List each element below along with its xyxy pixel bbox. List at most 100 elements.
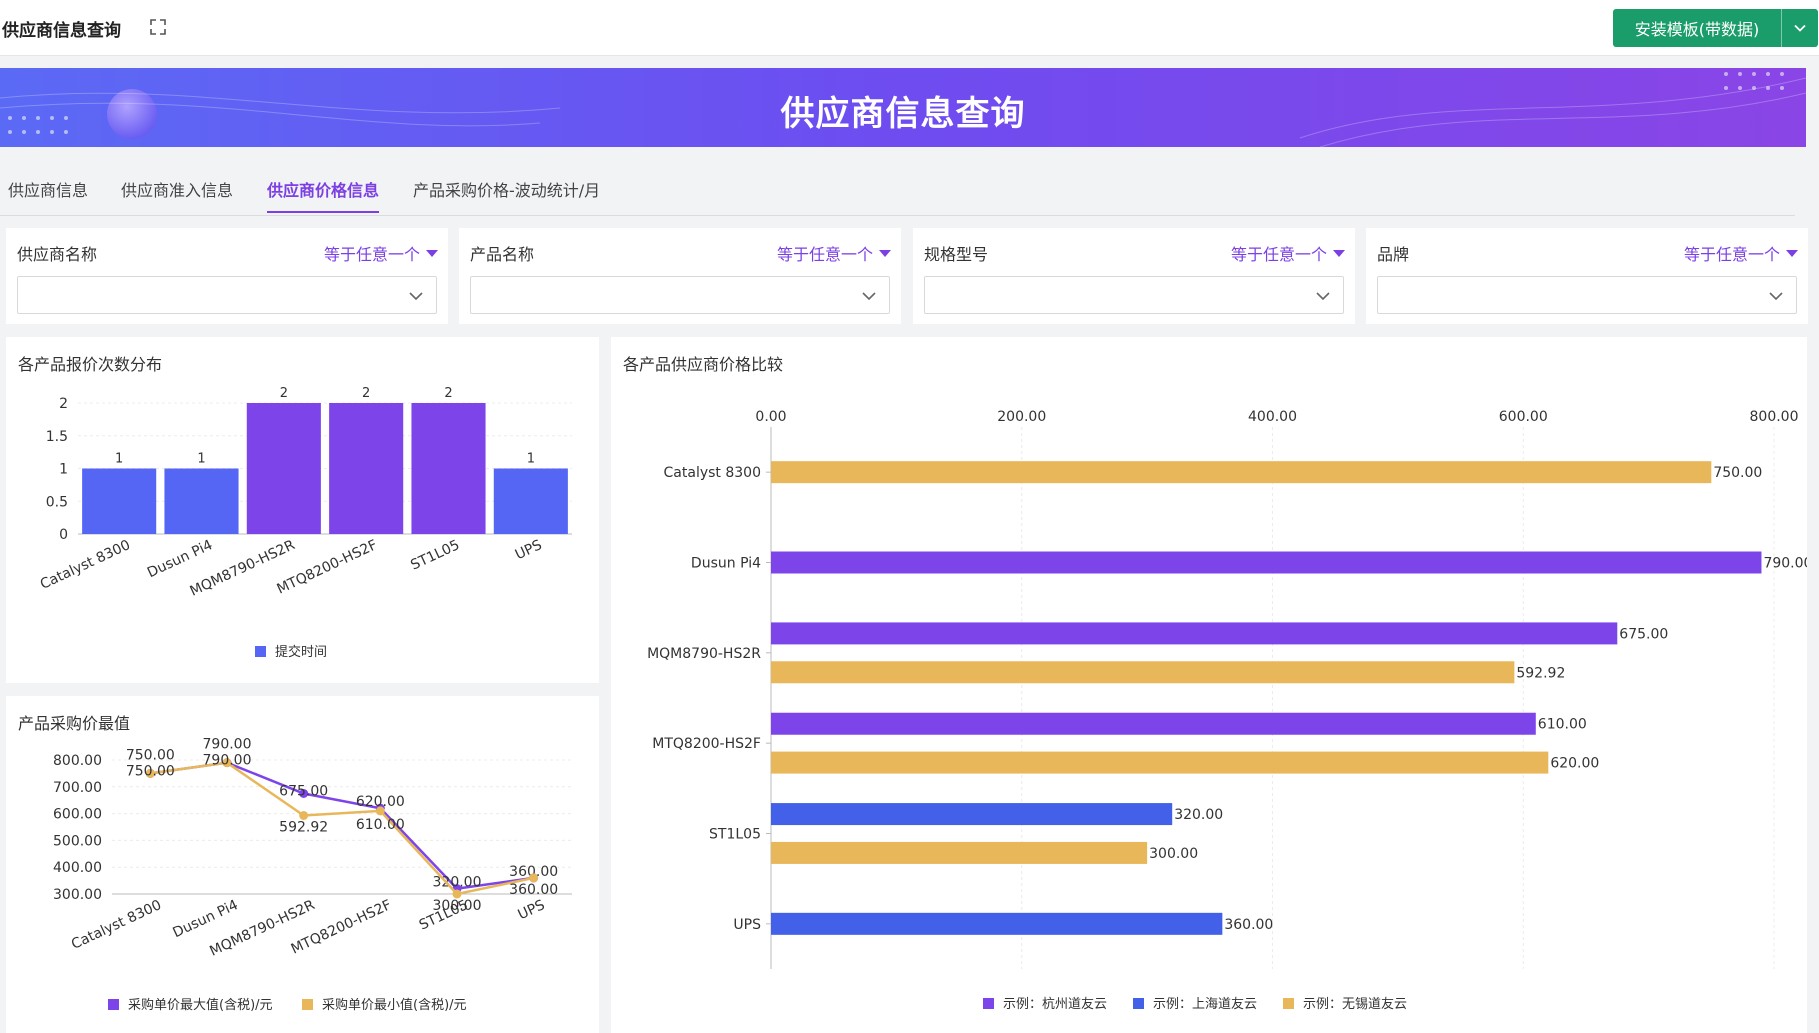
bar — [771, 712, 1536, 735]
filter-operator[interactable]: 等于任意一个 — [777, 241, 891, 265]
data-label: 300.00 — [433, 898, 482, 914]
y-tick-label: UPS — [733, 917, 761, 933]
expand-icon[interactable] — [148, 17, 168, 37]
legend-swatch — [302, 999, 313, 1010]
y-tick-label: 1 — [59, 462, 68, 478]
data-label: 592.92 — [1516, 665, 1565, 681]
data-point — [375, 806, 385, 816]
bar — [246, 403, 321, 534]
filter-operator-text[interactable]: 等于任意一个 — [777, 241, 873, 265]
tab-bar: 供应商信息 供应商准入信息 供应商价格信息 产品采购价格-波动统计/月 — [0, 170, 1795, 216]
install-template-label[interactable]: 安装模板(带数据) — [1613, 16, 1781, 40]
y-tick-label: 800.00 — [53, 753, 102, 769]
chevron-down-icon — [1794, 24, 1806, 32]
y-tick-label: 600.00 — [53, 807, 102, 823]
data-label: 1 — [527, 452, 535, 467]
legend-label: 采购单价最小值(含税)/元 — [322, 997, 467, 1013]
y-tick-label: ST1L05 — [709, 827, 761, 843]
bar — [771, 841, 1148, 864]
install-dropdown-toggle[interactable] — [1782, 9, 1818, 47]
x-tick-label: 0.00 — [755, 409, 786, 425]
banner-title: 供应商信息查询 — [780, 94, 1026, 134]
filter-select[interactable] — [17, 276, 437, 314]
y-tick-label: 700.00 — [53, 780, 102, 796]
bar — [771, 551, 1762, 574]
legend-swatch — [108, 999, 119, 1010]
y-tick-label: Dusun Pi4 — [691, 556, 761, 572]
legend-label: 示例：杭州道友云 — [1003, 996, 1107, 1012]
y-tick-label: 300.00 — [53, 887, 102, 903]
filter-label: 供应商名称 — [17, 245, 98, 264]
legend-swatch — [1283, 998, 1294, 1009]
x-tick-label: UPS — [516, 897, 548, 923]
tab-supplier-info[interactable]: 供应商信息 — [8, 177, 88, 211]
legend-label: 采购单价最大值(含税)/元 — [128, 997, 273, 1013]
bar — [164, 468, 239, 534]
filter-select[interactable] — [924, 276, 1344, 314]
legend-swatch — [983, 998, 994, 1009]
filter-operator-text[interactable]: 等于任意一个 — [324, 241, 420, 265]
data-label: 750.00 — [126, 763, 175, 779]
chevron-down-icon — [862, 292, 876, 301]
y-tick-label: 1.5 — [46, 429, 68, 445]
y-tick-label: MTQ8200-HS2F — [652, 736, 761, 752]
filter-select[interactable] — [1377, 276, 1797, 314]
supplier-price-compare-panel: 各产品供应商价格比较 0.00 200.00 400.00 600.00 800.00 C… — [611, 337, 1807, 1033]
filter-supplier-name: 供应商名称 等于任意一个 — [6, 228, 448, 324]
x-tick-label: UPS — [513, 537, 545, 563]
tab-price-fluctuation[interactable]: 产品采购价格-波动统计/月 — [413, 177, 600, 211]
filter-select[interactable] — [470, 276, 890, 314]
series-line — [150, 761, 534, 890]
data-label: 790.00 — [1763, 556, 1807, 572]
install-template-button[interactable]: 安装模板(带数据) — [1613, 9, 1818, 47]
filter-product-name: 产品名称 等于任意一个 — [459, 228, 901, 324]
data-label: 1 — [197, 452, 205, 467]
legend-swatch — [1133, 998, 1144, 1009]
data-label: 2 — [362, 386, 370, 401]
bar — [82, 468, 157, 534]
price-extreme-line-chart: 300.00 400.00 500.00 600.00 700.00 800.00 Cata… — [53, 737, 572, 1013]
y-tick-label: MQM8790-HS2R — [647, 646, 761, 662]
filter-brand: 品牌 等于任意一个 — [1366, 228, 1808, 324]
bar — [771, 461, 1712, 484]
filter-operator[interactable]: 等于任意一个 — [324, 241, 438, 265]
bar — [411, 403, 486, 534]
bar — [493, 468, 568, 534]
filter-operator-text[interactable]: 等于任意一个 — [1231, 241, 1327, 265]
top-bar: 供应商信息查询 安装模板(带数据) — [0, 0, 1819, 56]
data-label: 2 — [280, 386, 288, 401]
y-tick-label: 0.5 — [46, 494, 68, 510]
bar — [771, 751, 1549, 774]
x-tick-label: 600.00 — [1499, 409, 1548, 425]
legend-label: 示例：上海道友云 — [1153, 996, 1257, 1012]
bar — [771, 622, 1618, 645]
legend-swatch — [255, 646, 266, 657]
data-label: 2 — [444, 386, 452, 401]
x-tick-label: Catalyst 8300 — [69, 897, 164, 953]
filter-operator[interactable]: 等于任意一个 — [1684, 241, 1798, 265]
x-tick-label: 400.00 — [1248, 409, 1297, 425]
quote-count-bar-chart: 00.511.521Catalyst 83001Dusun Pi42MQM879… — [38, 386, 572, 660]
bar — [329, 403, 404, 534]
data-label: 610.00 — [356, 817, 405, 833]
x-tick-label: 200.00 — [997, 409, 1046, 425]
quote-count-chart-panel: 各产品报价次数分布 0 0.5 1 1.5 2 1 Catalyst 8300 1 Dusun … — [6, 337, 599, 683]
bar — [771, 803, 1173, 826]
y-tick-label: 2 — [59, 396, 68, 412]
tab-supplier-admission[interactable]: 供应商准入信息 — [121, 177, 233, 211]
data-label: 300.00 — [1149, 846, 1198, 862]
caret-down-icon — [426, 249, 438, 257]
x-tick-label: ST1L05 — [408, 537, 462, 573]
filter-label: 产品名称 — [470, 245, 535, 264]
caret-down-icon — [1786, 249, 1798, 257]
page-banner: 供应商信息查询 — [0, 68, 1806, 147]
data-label: 610.00 — [1538, 717, 1587, 733]
y-tick-label: 400.00 — [53, 860, 102, 876]
data-label: 675.00 — [1619, 626, 1668, 642]
data-label: 790.00 — [203, 737, 252, 753]
filter-operator-text[interactable]: 等于任意一个 — [1684, 241, 1780, 265]
filter-label: 规格型号 — [924, 245, 989, 264]
tab-supplier-price[interactable]: 供应商价格信息 — [267, 177, 380, 213]
filter-operator[interactable]: 等于任意一个 — [1231, 241, 1345, 265]
filter-label: 品牌 — [1377, 245, 1410, 264]
